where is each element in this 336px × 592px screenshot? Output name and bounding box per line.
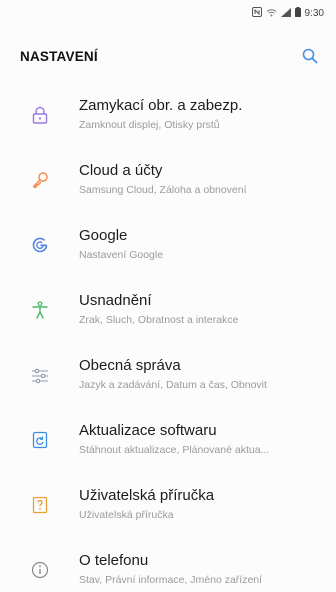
signal-icon [280,7,291,19]
item-subtitle: Stáhnout aktualizace, Plánované aktua... [79,444,270,456]
info-icon [30,560,50,580]
settings-item-user-manual[interactable]: Uživatelská příručka Uživatelská příručk… [0,472,336,537]
battery-icon [294,7,301,19]
wifi-icon [266,8,277,19]
item-label: Zamykací obr. a zabezp. [79,97,243,114]
item-label: Uživatelská příručka [79,487,215,504]
page-title: NASTAVENÍ [20,48,98,64]
item-label: Obecná správa [79,357,181,374]
lock-icon [30,105,50,125]
item-label: Cloud a účty [79,162,163,179]
item-label: Aktualizace softwaru [79,422,217,439]
status-bar: 9:30 [0,0,336,26]
accessibility-icon [30,300,50,320]
settings-item-software-update[interactable]: Aktualizace softwaru Stáhnout aktualizac… [0,407,336,472]
sliders-icon [30,365,50,385]
item-label: Google [79,227,128,244]
manual-icon [30,495,50,515]
item-subtitle: Stav, Právní informace, Jméno zařízení [79,574,263,586]
settings-item-general-management[interactable]: Obecná správa Jazyk a zadávání, Datum a … [0,342,336,407]
item-label: Usnadnění [79,292,152,309]
settings-item-google[interactable]: Google Nastavení Google [0,212,336,277]
settings-item-cloud[interactable]: Cloud a účty Samsung Cloud, Záloha a obn… [0,147,336,212]
key-icon [30,170,50,190]
status-time: 9:30 [304,7,324,19]
item-subtitle: Zamknout displej, Otisky prstů [79,119,220,131]
update-icon [30,430,50,450]
nfc-icon [251,7,262,19]
item-subtitle: Nastavení Google [79,249,164,261]
item-subtitle: Jazyk a zadávání, Datum a čas, Obnovit [79,379,267,391]
settings-item-lock-screen[interactable]: Zamykací obr. a zabezp. Zamknout displej… [0,82,336,147]
item-subtitle: Uživatelská příručka [79,509,174,521]
search-icon[interactable] [300,46,320,66]
item-label: O telefonu [79,552,149,569]
settings-list: Zamykací obr. a zabezp. Zamknout displej… [0,82,336,592]
settings-item-about-phone[interactable]: O telefonu Stav, Právní informace, Jméno… [0,537,336,592]
item-subtitle: Samsung Cloud, Záloha a obnovení [79,184,247,196]
app-header: NASTAVENÍ [0,34,336,78]
item-subtitle: Zrak, Sluch, Obratnost a interakce [79,314,239,326]
google-icon [30,235,50,255]
settings-item-accessibility[interactable]: Usnadnění Zrak, Sluch, Obratnost a inter… [0,277,336,342]
